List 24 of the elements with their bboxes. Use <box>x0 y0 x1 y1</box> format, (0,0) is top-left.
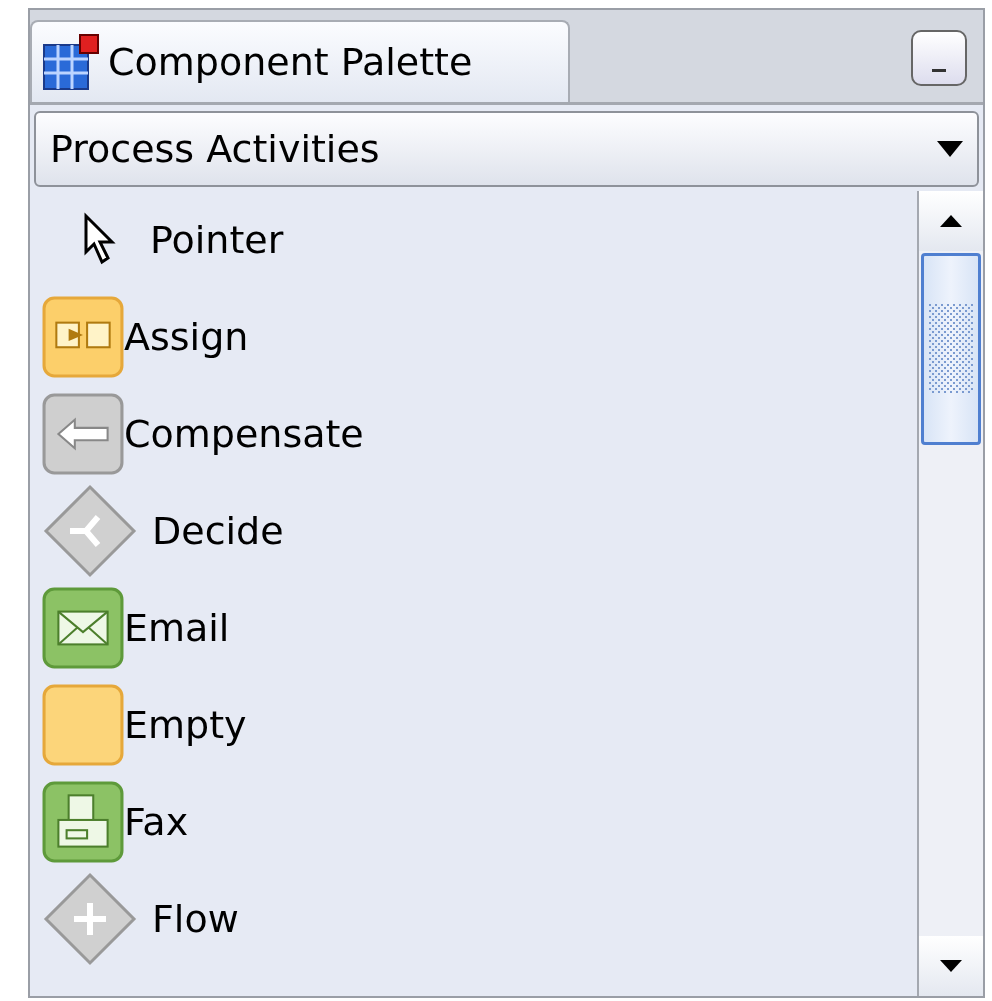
palette-item-label[interactable]: Flow <box>152 896 239 941</box>
panel-tab[interactable]: Component Palette <box>30 20 570 102</box>
envelope-icon <box>42 586 124 669</box>
minimize-button[interactable] <box>911 30 967 86</box>
palette-item-label[interactable]: Pointer <box>150 217 284 262</box>
up-arrow-icon <box>940 215 962 227</box>
scroll-down-button[interactable] <box>919 936 983 996</box>
caret-icon <box>937 141 963 157</box>
palette-item-label[interactable]: Empty <box>124 702 247 747</box>
blank-square-icon <box>42 683 124 766</box>
palette-item-label[interactable]: Email <box>124 605 230 650</box>
grid-icon <box>42 33 102 91</box>
assign-icon <box>42 295 124 378</box>
palette-item-label[interactable]: Fax <box>124 799 189 844</box>
diamond-branch-icon <box>42 482 138 579</box>
palette-item-label[interactable]: Decide <box>152 508 284 553</box>
scrollbar-thumb[interactable] <box>921 253 981 445</box>
grip-icon <box>929 304 973 394</box>
palette-item-label[interactable]: Compensate <box>124 411 364 456</box>
down-arrow-icon <box>940 960 962 972</box>
printer-icon <box>42 780 124 863</box>
palette-item-label[interactable]: Assign <box>124 314 249 359</box>
category-dropdown[interactable]: Process Activities <box>34 111 979 187</box>
scroll-up-button[interactable] <box>919 191 983 251</box>
